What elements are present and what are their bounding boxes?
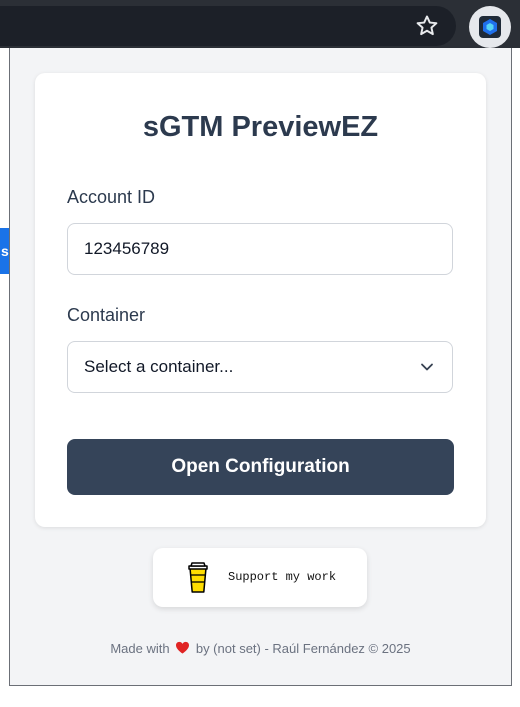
footer: Made with by (not set) - Raúl Fernández …: [10, 641, 511, 656]
page-title: sGTM PreviewEZ: [142, 111, 379, 143]
support-label: Support my work: [228, 570, 337, 584]
account-id-label: Account ID: [67, 187, 156, 207]
coffee-cup-icon: [188, 562, 208, 593]
footer-credits: by (not set) - Raúl Fernández © 2025: [195, 641, 411, 656]
container-select-value: Select a container...: [84, 357, 234, 376]
footer-prefix: Made with: [110, 641, 170, 656]
support-my-work-button[interactable]: Support my work: [153, 548, 367, 607]
container-label: Container: [67, 305, 146, 325]
extension-button[interactable]: [469, 6, 511, 48]
open-configuration-button[interactable]: Open Configuration: [67, 439, 454, 495]
chevron-down-icon: [421, 363, 433, 371]
browser-toolbar: [0, 0, 520, 48]
extension-popup: sGTM PreviewEZ Account ID Container Sele…: [9, 48, 512, 686]
config-card: sGTM PreviewEZ Account ID Container Sele…: [35, 73, 486, 527]
background-page-button: s: [0, 228, 9, 274]
heart-icon: [176, 641, 190, 654]
address-bar[interactable]: [0, 6, 456, 46]
account-id-input[interactable]: [67, 223, 453, 275]
container-select[interactable]: Select a container...: [67, 341, 453, 393]
extension-icon: [479, 16, 501, 38]
star-icon[interactable]: [414, 13, 440, 39]
